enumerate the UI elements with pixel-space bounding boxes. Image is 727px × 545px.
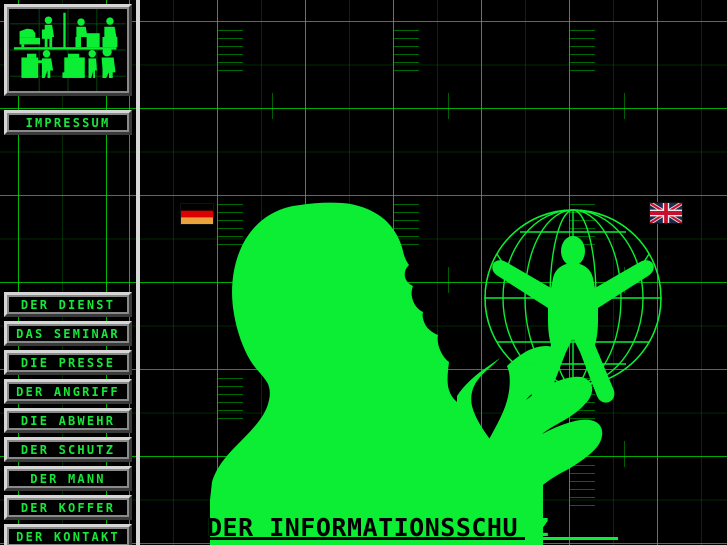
german-flag[interactable] <box>180 203 214 225</box>
nav-item-der-schutz[interactable]: DER SCHUTZ <box>4 437 132 462</box>
globe-outline <box>484 209 662 387</box>
nav-item-der-dienst[interactable]: DER DIENST <box>4 292 132 317</box>
nav-item-der-kontakt[interactable]: DER KONTAKT <box>4 524 132 545</box>
page-title-underline-green <box>525 537 618 540</box>
impressum-button-label: IMPRESSUM <box>9 115 127 130</box>
sidebar-divider <box>136 0 140 545</box>
nav-item-label: DAS SEMINAR <box>9 326 127 341</box>
nav-item-der-mann[interactable]: DER MANN <box>4 466 132 491</box>
nav-item-label: DER SCHUTZ <box>9 442 127 457</box>
nav-item-die-presse[interactable]: DIE PRESSE <box>4 350 132 375</box>
wireframe-globe <box>484 209 662 387</box>
nav-item-label: DIE PRESSE <box>9 355 127 370</box>
logo-plate[interactable] <box>4 4 132 96</box>
page-root: DER INFORMATIONSSCHUTZ DER INFORMATIONSS… <box>0 0 727 545</box>
nav-item-das-seminar[interactable]: DAS SEMINAR <box>4 321 132 346</box>
nav-item-die-abwehr[interactable]: DIE ABWEHR <box>4 408 132 433</box>
nav-item-label: DER KOFFER <box>9 500 127 515</box>
nav-item-label: DER KONTAKT <box>9 529 127 544</box>
nav-item-label: DIE ABWEHR <box>9 413 127 428</box>
head-silhouette <box>210 202 520 545</box>
nav-item-label: DER ANGRIFF <box>9 384 127 399</box>
impressum-button[interactable]: IMPRESSUM <box>4 110 132 135</box>
nav-item-label: DER DIENST <box>9 297 127 312</box>
uk-flag[interactable] <box>649 202 683 224</box>
sidebar: IMPRESSUM DER DIENST DAS SEMINAR DIE PRE… <box>0 0 136 545</box>
page-title-underline-dark <box>207 537 525 540</box>
hand-silhouette <box>452 346 603 545</box>
nav-item-der-angriff[interactable]: DER ANGRIFF <box>4 379 132 404</box>
main-navigation: DER DIENST DAS SEMINAR DIE PRESSE DER AN… <box>4 292 132 545</box>
office-surveillance-silhouette-logo <box>9 9 127 91</box>
vitruvian-figure <box>492 236 654 403</box>
nav-item-label: DER MANN <box>9 471 127 486</box>
nav-item-der-koffer[interactable]: DER KOFFER <box>4 495 132 520</box>
